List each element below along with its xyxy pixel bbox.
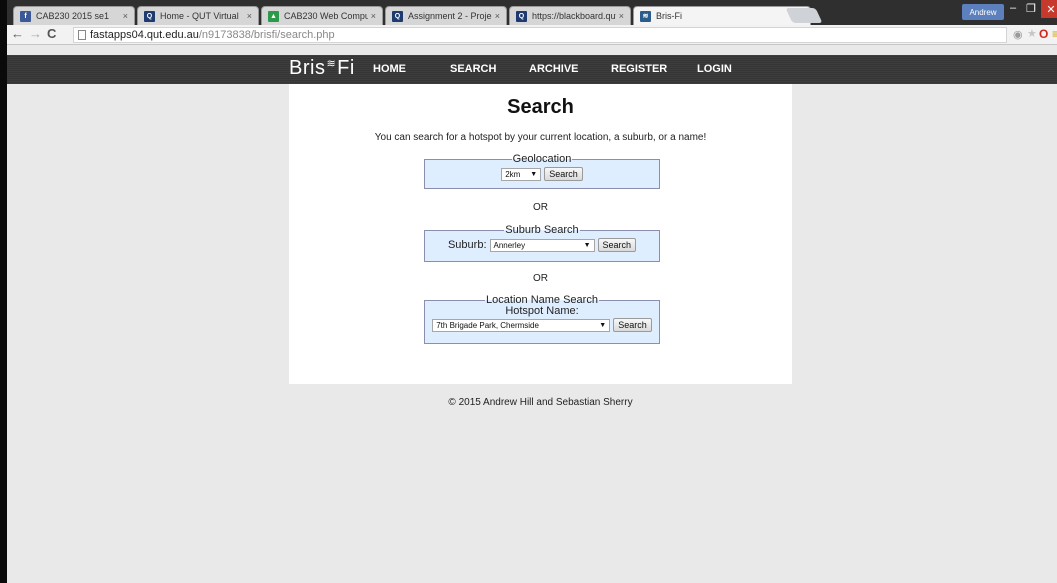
nav-search[interactable]: SEARCH <box>450 63 496 75</box>
tab-title: Home - QUT Virtual <box>160 11 239 21</box>
location-search-button[interactable]: Search <box>613 318 652 332</box>
site-nav: Bris≋Fi HOME SEARCH ARCHIVE REGISTER LOG… <box>7 55 1057 84</box>
tab-title: CAB230 Web Computing <box>284 11 368 21</box>
tab-title: https://blackboard.qut.edu <box>532 11 616 21</box>
geolocation-search-button[interactable]: Search <box>544 167 583 181</box>
tab-title: Bris-Fi <box>656 11 682 21</box>
close-icon[interactable]: × <box>495 11 500 21</box>
wifi-icon: ≋ <box>326 58 337 70</box>
opera-extension-icon[interactable]: O <box>1039 27 1048 41</box>
hotspot-name-label: Hotspot Name: <box>505 305 579 317</box>
menu-icon[interactable]: ≡ <box>1052 27 1057 41</box>
search-panel: Search You can search for a hotspot by y… <box>289 84 792 384</box>
address-bar[interactable]: fastapps04.qut.edu.au /n9173838/brisfi/s… <box>73 27 1007 43</box>
user-profile-button[interactable]: Andrew <box>962 4 1004 20</box>
tab-title: CAB230 2015 se1 <box>36 11 110 21</box>
restore-icon[interactable]: ❐ <box>1026 2 1036 15</box>
geolocation-legend: Geolocation <box>512 153 572 165</box>
tab-qut-virtual[interactable]: Q Home - QUT Virtual × <box>137 6 259 25</box>
browser-toolbar: ← → C fastapps04.qut.edu.au /n9173838/br… <box>7 25 1057 45</box>
geolocation-fieldset: Geolocation 2km ▼ Search <box>424 153 660 189</box>
drive-icon: ▲ <box>268 10 279 22</box>
nav-home[interactable]: HOME <box>373 63 406 75</box>
geolocation-row: 2km ▼ Search <box>425 167 659 181</box>
extension-icon[interactable]: ◉ <box>1013 28 1023 41</box>
or-separator: OR <box>533 273 548 284</box>
dropdown-arrow-icon: ▼ <box>583 241 591 249</box>
tab-assignment-2[interactable]: Q Assignment 2 - Project - × <box>385 6 507 25</box>
bookmark-star-icon[interactable]: ★ <box>1027 27 1037 40</box>
tab-bris-fi[interactable]: ≋ Bris-Fi × <box>633 6 811 25</box>
tab-cab230-web-computing[interactable]: ▲ CAB230 Web Computing × <box>261 6 383 25</box>
suburb-legend: Suburb Search <box>505 224 579 236</box>
url-path: /n9173838/brisfi/search.php <box>198 29 335 41</box>
distance-select[interactable]: 2km ▼ <box>501 167 542 181</box>
nav-archive[interactable]: ARCHIVE <box>529 63 579 75</box>
site-logo[interactable]: Bris≋Fi <box>289 57 355 80</box>
qut-icon: Q <box>392 10 403 22</box>
tab-title: Assignment 2 - Project - <box>408 11 492 21</box>
suburb-fieldset: Suburb Search Suburb: Annerley ▼ Search <box>424 224 660 262</box>
page-icon <box>78 30 86 40</box>
tab-blackboard[interactable]: Q https://blackboard.qut.edu × <box>509 6 631 25</box>
close-icon[interactable]: × <box>123 11 128 21</box>
page-footer: © 2015 Andrew Hill and Sebastian Sherry <box>448 397 633 408</box>
url-host: fastapps04.qut.edu.au <box>90 29 199 41</box>
hotspot-name-value: 7th Brigade Park, Chermside <box>436 320 539 330</box>
suburb-select[interactable]: Annerley ▼ <box>489 238 595 252</box>
back-icon[interactable]: ← <box>11 26 24 41</box>
suburb-row: Suburb: Annerley ▼ Search <box>425 238 659 252</box>
reload-icon[interactable]: C <box>47 26 56 41</box>
close-icon[interactable]: × <box>247 11 252 21</box>
hotspot-name-select[interactable]: 7th Brigade Park, Chermside ▼ <box>432 318 611 332</box>
dropdown-arrow-icon: ▼ <box>530 170 538 178</box>
facebook-icon: f <box>20 10 31 22</box>
dropdown-arrow-icon: ▼ <box>599 321 607 329</box>
suburb-search-button[interactable]: Search <box>597 238 637 252</box>
browser-window: f CAB230 2015 se1 × Q Home - QUT Virtual… <box>7 0 1057 583</box>
distance-value: 2km <box>505 169 521 179</box>
qut-icon: Q <box>516 10 527 22</box>
logo-text-right: Fi <box>337 57 355 79</box>
suburb-value: Annerley <box>493 240 526 250</box>
minimize-icon[interactable]: – <box>1010 2 1016 14</box>
qut-icon: Q <box>144 10 155 22</box>
tab-cab230-group[interactable]: f CAB230 2015 se1 × <box>13 6 135 25</box>
suburb-label: Suburb: <box>447 239 487 251</box>
location-name-fieldset: Location Name Search Hotspot Name: 7th B… <box>424 294 660 344</box>
logo-text-left: Bris <box>289 57 326 79</box>
new-tab-button[interactable] <box>785 8 823 23</box>
tab-strip: f CAB230 2015 se1 × Q Home - QUT Virtual… <box>7 0 1057 25</box>
location-row: 7th Brigade Park, Chermside ▼ Search <box>425 318 659 332</box>
close-icon[interactable]: × <box>371 11 376 21</box>
nav-login[interactable]: LOGIN <box>697 63 732 75</box>
window-close-icon[interactable]: ✕ <box>1041 0 1057 18</box>
page-title: Search <box>507 96 574 118</box>
close-icon[interactable]: × <box>619 11 624 21</box>
intro-text: You can search for a hotspot by your cur… <box>374 132 707 143</box>
page-icon: ≋ <box>640 10 651 22</box>
or-separator: OR <box>533 202 548 213</box>
nav-register[interactable]: REGISTER <box>611 63 667 75</box>
forward-icon[interactable]: → <box>29 26 42 41</box>
